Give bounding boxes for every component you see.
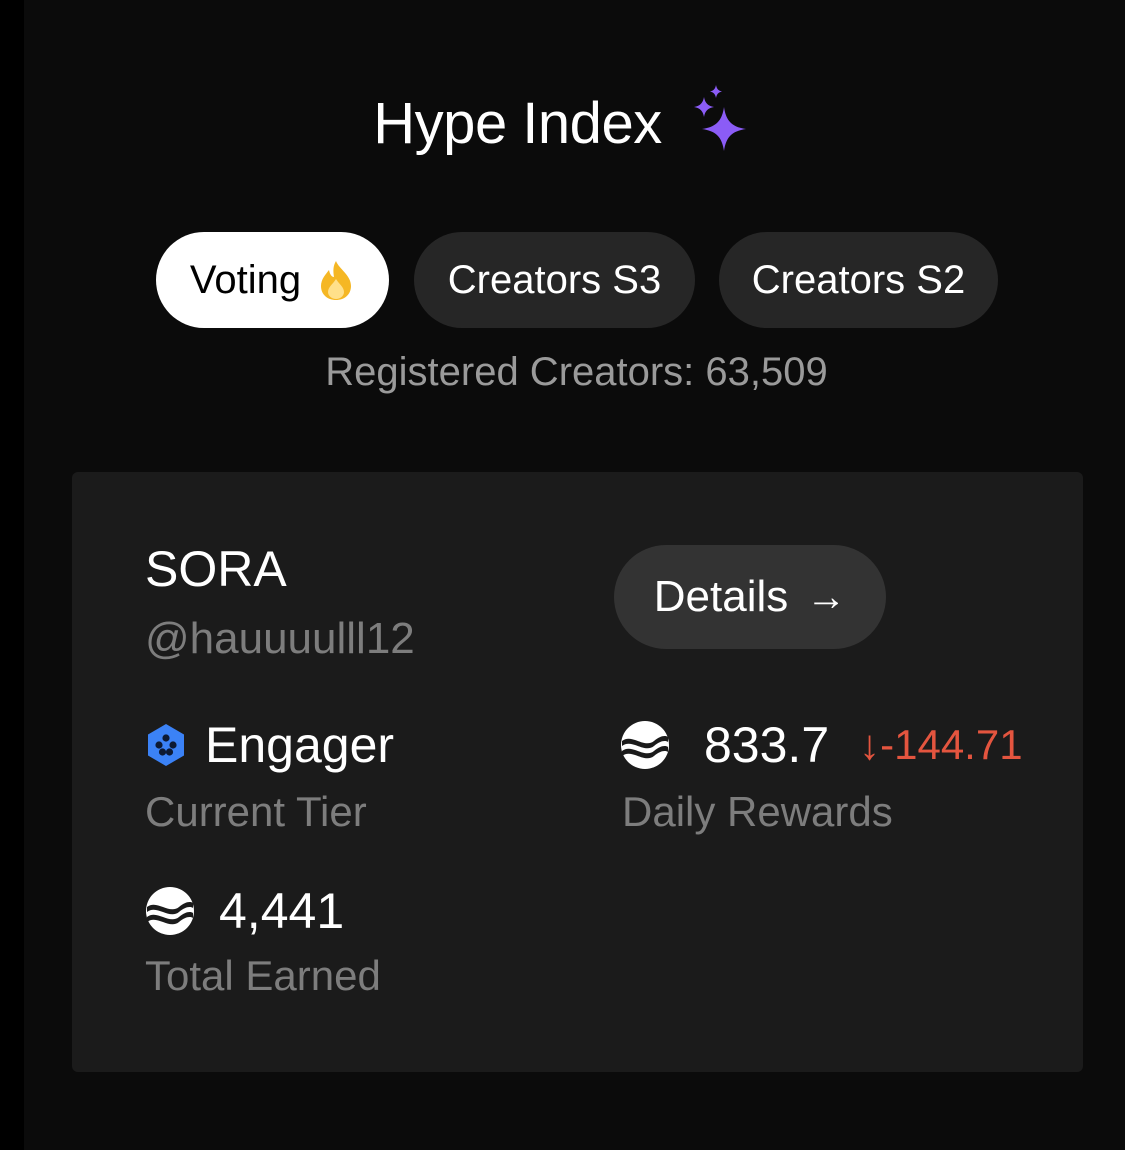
tab-voting[interactable]: Voting [156,232,389,328]
details-button-label: Details [653,572,789,621]
tab-creators-s2-label: Creators S2 [751,257,966,302]
header: Hype Index [0,78,1125,168]
sparkles-icon [693,85,746,151]
daily-rewards-label: Daily Rewards [622,788,893,835]
tab-voting-label: Voting [189,257,302,302]
tier-label: Current Tier [145,788,367,835]
tier-value-row: Engager [145,716,394,774]
total-earned-row: 4,441 [145,882,344,940]
hexagon-tier-icon [148,724,184,766]
registered-creators-count: Registered Creators: 63,509 [325,350,828,394]
creator-name: SORA [145,541,287,597]
details-button[interactable]: Details → [614,545,886,649]
daily-rewards-change: ↓-144.71 [859,721,1023,768]
arrow-right-icon: → [806,574,847,619]
daily-rewards-row: 833.7 ↓-144.71 [620,716,1023,774]
creator-handle: @hauuuulll12 [145,614,415,663]
tab-creators-s3-label: Creators S3 [447,257,662,302]
coin-icon [621,721,669,769]
total-earned-value: 4,441 [219,883,345,939]
fire-icon [321,261,352,300]
tier-value: Engager [205,717,395,773]
tab-creators-s3[interactable]: Creators S3 [414,232,695,328]
total-earned-label: Total Earned [145,952,381,999]
coin-icon [146,887,194,935]
page-title: Hype Index [373,90,662,156]
tab-creators-s2[interactable]: Creators S2 [719,232,998,328]
daily-rewards-value: 833.7 [704,717,830,773]
